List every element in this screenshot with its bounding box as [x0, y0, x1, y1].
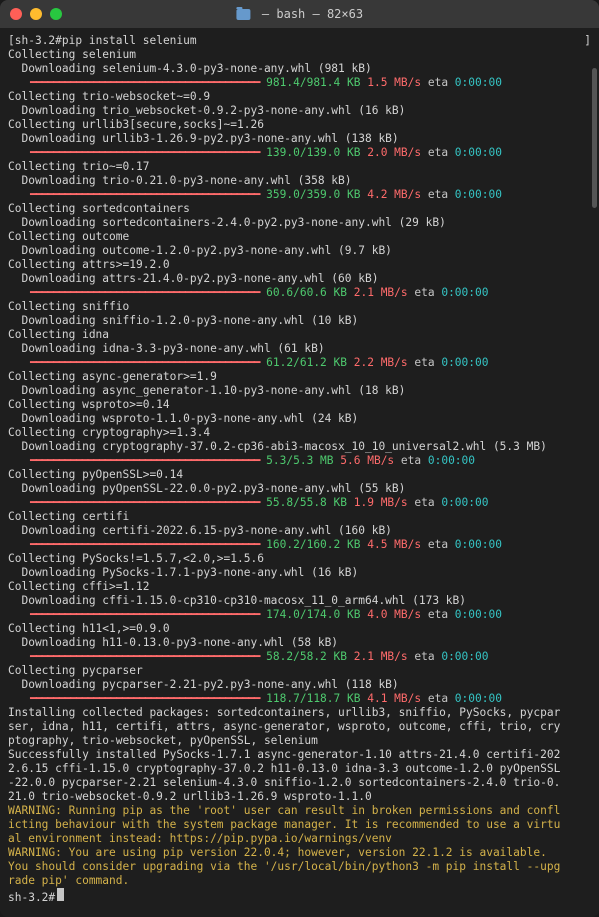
output-line: -22.0.0 pycparser-2.21 selenium-4.3.0 sn… — [8, 776, 591, 790]
output-line: ser, idna, h11, certifi, attrs, async-ge… — [8, 720, 591, 734]
warning-line: WARNING: Running pip as the 'root' user … — [8, 804, 591, 818]
progress-stats: 118.7/118.7 KB 4.1 MB/s eta 0:00:00 — [259, 692, 502, 706]
progress-line: ━━━━━━━━━━━━━━━━━━━━━━━━━━━━━━━━━━━━━━━━… — [8, 454, 591, 468]
progress-line: ━━━━━━━━━━━━━━━━━━━━━━━━━━━━━━━━━━━━━━━━… — [8, 496, 591, 510]
terminal-output: Collecting selenium Downloading selenium… — [8, 48, 591, 888]
warning-line: al environment instead: https://pip.pypa… — [8, 832, 591, 846]
output-line: Downloading certifi-2022.6.15-py3-none-a… — [8, 524, 591, 538]
output-line: Downloading attrs-21.4.0-py2.py3-none-an… — [8, 272, 591, 286]
progress-stats: 60.6/60.6 KB 2.1 MB/s eta 0:00:00 — [259, 286, 488, 300]
output-line: 21.0 trio-websocket-0.9.2 urllib3-1.26.9… — [8, 790, 591, 804]
output-line: Collecting outcome — [8, 230, 591, 244]
output-line: Collecting sortedcontainers — [8, 202, 591, 216]
output-line: ptography, trio-websocket, pyOpenSSL, se… — [8, 734, 591, 748]
close-icon[interactable] — [10, 8, 22, 20]
output-line: Downloading trio_websocket-0.9.2-py3-non… — [8, 104, 591, 118]
minimize-icon[interactable] — [30, 8, 42, 20]
title-bar[interactable]: — bash — 82×63 — [0, 0, 599, 28]
progress-stats: 359.0/359.0 KB 4.2 MB/s eta 0:00:00 — [259, 188, 502, 202]
output-line: Downloading sniffio-1.2.0-py3-none-any.w… — [8, 314, 591, 328]
terminal-window: — bash — 82×63 [sh-3.2# pip install sele… — [0, 0, 599, 917]
output-line: Collecting selenium — [8, 48, 591, 62]
output-line: Collecting pycparser — [8, 664, 591, 678]
progress-line: ━━━━━━━━━━━━━━━━━━━━━━━━━━━━━━━━━━━━━━━━… — [8, 286, 591, 300]
command-line: [sh-3.2# pip install selenium] — [8, 34, 591, 48]
output-line: Downloading h11-0.13.0-py3-none-any.whl … — [8, 636, 591, 650]
output-line: Downloading pycparser-2.21-py2.py3-none-… — [8, 678, 591, 692]
warning-line: rade pip' command. — [8, 874, 591, 888]
progress-line: ━━━━━━━━━━━━━━━━━━━━━━━━━━━━━━━━━━━━━━━━… — [8, 146, 591, 160]
progress-line: ━━━━━━━━━━━━━━━━━━━━━━━━━━━━━━━━━━━━━━━━… — [8, 538, 591, 552]
progress-stats: 160.2/160.2 KB 4.5 MB/s eta 0:00:00 — [259, 538, 502, 552]
progress-stats: 174.0/174.0 KB 4.0 MB/s eta 0:00:00 — [259, 608, 502, 622]
warning-line: You should consider upgrading via the '/… — [8, 860, 591, 874]
output-line: Collecting attrs>=19.2.0 — [8, 258, 591, 272]
output-line: Downloading PySocks-1.7.1-py3-none-any.w… — [8, 566, 591, 580]
output-line: Collecting urllib3[secure,socks]~=1.26 — [8, 118, 591, 132]
progress-line: ━━━━━━━━━━━━━━━━━━━━━━━━━━━━━━━━━━━━━━━━… — [8, 188, 591, 202]
output-line: Downloading sortedcontainers-2.4.0-py2.p… — [8, 216, 591, 230]
output-line: Collecting async-generator>=1.9 — [8, 370, 591, 384]
output-line: Downloading wsproto-1.1.0-py3-none-any.w… — [8, 412, 591, 426]
output-line: Downloading cffi-1.15.0-cp310-cp310-maco… — [8, 594, 591, 608]
output-line: Collecting wsproto>=0.14 — [8, 398, 591, 412]
output-line: Collecting cryptography>=1.3.4 — [8, 426, 591, 440]
progress-stats: 5.3/5.3 MB 5.6 MB/s eta 0:00:00 — [259, 454, 475, 468]
progress-stats: 981.4/981.4 KB 1.5 MB/s eta 0:00:00 — [259, 76, 502, 90]
output-line: Downloading outcome-1.2.0-py2.py3-none-a… — [8, 244, 591, 258]
progress-line: ━━━━━━━━━━━━━━━━━━━━━━━━━━━━━━━━━━━━━━━━… — [8, 356, 591, 370]
output-line: Collecting PySocks!=1.5.7,<2.0,>=1.5.6 — [8, 552, 591, 566]
output-line: Collecting trio~=0.17 — [8, 160, 591, 174]
output-line: Downloading cryptography-37.0.2-cp36-abi… — [8, 440, 591, 454]
traffic-lights — [10, 8, 62, 20]
warning-line: icting behaviour with the system package… — [8, 818, 591, 832]
output-line: Downloading async_generator-1.10-py3-non… — [8, 384, 591, 398]
progress-stats: 55.8/55.8 KB 1.9 MB/s eta 0:00:00 — [259, 496, 488, 510]
progress-stats: 139.0/139.0 KB 2.0 MB/s eta 0:00:00 — [259, 146, 502, 160]
warning-line: WARNING: You are using pip version 22.0.… — [8, 846, 591, 860]
title-suffix: — bash — 82×63 — [262, 7, 363, 22]
output-line: Downloading trio-0.21.0-py3-none-any.whl… — [8, 174, 591, 188]
maximize-icon[interactable] — [50, 8, 62, 20]
prompt: sh-3.2# — [15, 34, 62, 48]
cursor — [57, 888, 64, 901]
output-line: Collecting h11<1,>=0.9.0 — [8, 622, 591, 636]
output-line: Collecting sniffio — [8, 300, 591, 314]
output-line: Collecting pyOpenSSL>=0.14 — [8, 468, 591, 482]
final-prompt: sh-3.2# — [8, 891, 55, 905]
output-line: Collecting idna — [8, 328, 591, 342]
output-line: Successfully installed PySocks-1.7.1 asy… — [8, 748, 591, 762]
output-line: Collecting cffi>=1.12 — [8, 580, 591, 594]
output-line: Downloading idna-3.3-py3-none-any.whl (6… — [8, 342, 591, 356]
output-line: Downloading selenium-4.3.0-py3-none-any.… — [8, 62, 591, 76]
output-line: 2.6.15 cffi-1.15.0 cryptography-37.0.2 h… — [8, 762, 591, 776]
terminal-body[interactable]: [sh-3.2# pip install selenium] Collectin… — [0, 28, 599, 917]
progress-line: ━━━━━━━━━━━━━━━━━━━━━━━━━━━━━━━━━━━━━━━━… — [8, 608, 591, 622]
window-title: — bash — 82×63 — [236, 7, 363, 22]
progress-stats: 61.2/61.2 KB 2.2 MB/s eta 0:00:00 — [259, 356, 488, 370]
output-line: Collecting certifi — [8, 510, 591, 524]
output-line: Downloading urllib3-1.26.9-py2.py3-none-… — [8, 132, 591, 146]
output-line: Collecting trio-websocket~=0.9 — [8, 90, 591, 104]
scrollbar[interactable] — [592, 68, 597, 208]
progress-line: ━━━━━━━━━━━━━━━━━━━━━━━━━━━━━━━━━━━━━━━━… — [8, 76, 591, 90]
progress-line: ━━━━━━━━━━━━━━━━━━━━━━━━━━━━━━━━━━━━━━━━… — [8, 692, 591, 706]
final-prompt-line: sh-3.2# — [8, 888, 591, 905]
folder-icon — [236, 9, 250, 20]
output-line: Installing collected packages: sortedcon… — [8, 706, 591, 720]
output-line: Downloading pyOpenSSL-22.0.0-py2.py3-non… — [8, 482, 591, 496]
typed-command: pip install selenium — [62, 34, 197, 48]
progress-stats: 58.2/58.2 KB 2.1 MB/s eta 0:00:00 — [259, 650, 488, 664]
progress-line: ━━━━━━━━━━━━━━━━━━━━━━━━━━━━━━━━━━━━━━━━… — [8, 650, 591, 664]
